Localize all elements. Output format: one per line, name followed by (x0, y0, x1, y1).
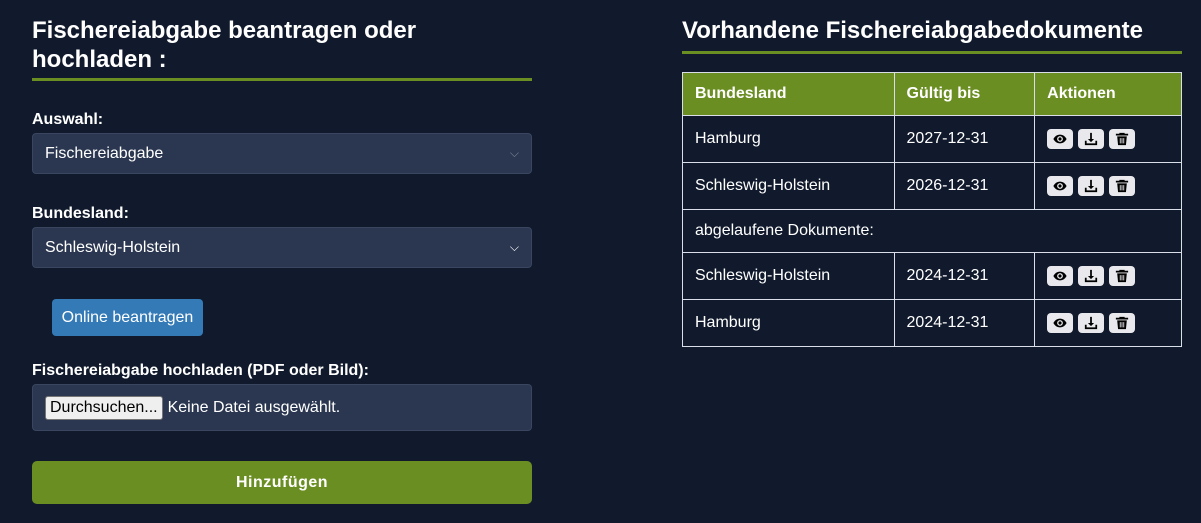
file-browse-button[interactable]: Durchsuchen... (45, 395, 163, 420)
view-button[interactable] (1047, 129, 1074, 149)
documents-panel-title: Vorhandene Fischereiabgabedokumente (682, 17, 1144, 44)
header-bundesland: Bundesland (682, 72, 895, 116)
eye-icon (1053, 318, 1067, 328)
header-aktionen: Aktionen (1034, 72, 1182, 116)
table-row: Schleswig-Holstein 2026-12-31 (682, 162, 1182, 210)
title-underline (682, 51, 1182, 54)
file-input[interactable]: Durchsuchen... Keine Datei ausgewählt. (32, 384, 532, 431)
chevron-down-icon: ⌵ (509, 240, 519, 254)
auswahl-select-value: Fischereiabgabe (45, 144, 164, 162)
cell-bundesland: Schleswig-Holstein (682, 162, 895, 210)
bundesland-select[interactable]: Schleswig-Holstein ⌵ (32, 227, 532, 268)
cell-bundesland: Hamburg (682, 115, 895, 163)
trash-icon (1116, 269, 1129, 283)
delete-button[interactable] (1109, 176, 1136, 196)
delete-button[interactable] (1109, 129, 1136, 149)
cell-gueltig-bis: 2026-12-31 (893, 162, 1036, 210)
download-icon (1085, 179, 1098, 193)
bundesland-select-value: Schleswig-Holstein (45, 238, 181, 256)
trash-icon (1116, 316, 1129, 330)
documents-table: Bundesland Gültig bis Aktionen Hamburg 2… (682, 72, 1182, 347)
eye-icon (1053, 134, 1067, 144)
download-icon (1085, 132, 1098, 146)
view-button[interactable] (1047, 313, 1074, 333)
download-button[interactable] (1078, 266, 1105, 286)
delete-button[interactable] (1109, 313, 1136, 333)
cell-actions (1034, 299, 1182, 347)
table-row: Schleswig-Holstein 2024-12-31 (682, 252, 1182, 300)
eye-icon (1053, 181, 1067, 191)
upload-label: Fischereiabgabe hochladen (PDF oder Bild… (32, 362, 369, 379)
delete-button[interactable] (1109, 266, 1136, 286)
download-icon (1085, 269, 1098, 283)
title-underline (32, 78, 532, 81)
cell-gueltig-bis: 2024-12-31 (893, 299, 1036, 347)
table-row: Hamburg 2027-12-31 (682, 115, 1182, 163)
chevron-down-icon: ⌵ (509, 146, 519, 160)
online-beantragen-button[interactable]: Online beantragen (52, 299, 203, 336)
cell-actions (1034, 162, 1182, 210)
auswahl-select[interactable]: Fischereiabgabe ⌵ (32, 133, 532, 174)
table-row: Hamburg 2024-12-31 (682, 299, 1182, 347)
cell-gueltig-bis: 2027-12-31 (893, 115, 1036, 163)
download-button[interactable] (1078, 313, 1105, 333)
cell-actions (1034, 115, 1182, 163)
eye-icon (1053, 271, 1067, 281)
cell-bundesland: Hamburg (682, 299, 895, 347)
auswahl-label: Auswahl: (32, 111, 104, 128)
add-button[interactable]: Hinzufügen (32, 461, 532, 504)
trash-icon (1116, 132, 1129, 146)
cell-actions (1034, 252, 1182, 300)
file-status-text: Keine Datei ausgewählt. (167, 398, 341, 416)
download-button[interactable] (1078, 176, 1105, 196)
download-button[interactable] (1078, 129, 1105, 149)
view-button[interactable] (1047, 176, 1074, 196)
upload-panel: Fischereiabgabe beantragen oder hochlade… (32, 0, 532, 504)
documents-panel: Vorhandene Fischereiabgabedokumente Bund… (682, 0, 1182, 347)
bundesland-label: Bundesland: (32, 205, 129, 222)
upload-panel-title: Fischereiabgabe beantragen oder hochlade… (32, 17, 417, 73)
cell-gueltig-bis: 2024-12-31 (893, 252, 1036, 300)
download-icon (1085, 316, 1098, 330)
expired-label: abgelaufene Dokumente: (682, 209, 1182, 253)
cell-bundesland: Schleswig-Holstein (682, 252, 895, 300)
table-header-row: Bundesland Gültig bis Aktionen (682, 72, 1182, 116)
expired-section-row: abgelaufene Dokumente: (682, 209, 1182, 253)
trash-icon (1116, 179, 1129, 193)
view-button[interactable] (1047, 266, 1074, 286)
header-gueltig-bis: Gültig bis (893, 72, 1036, 116)
